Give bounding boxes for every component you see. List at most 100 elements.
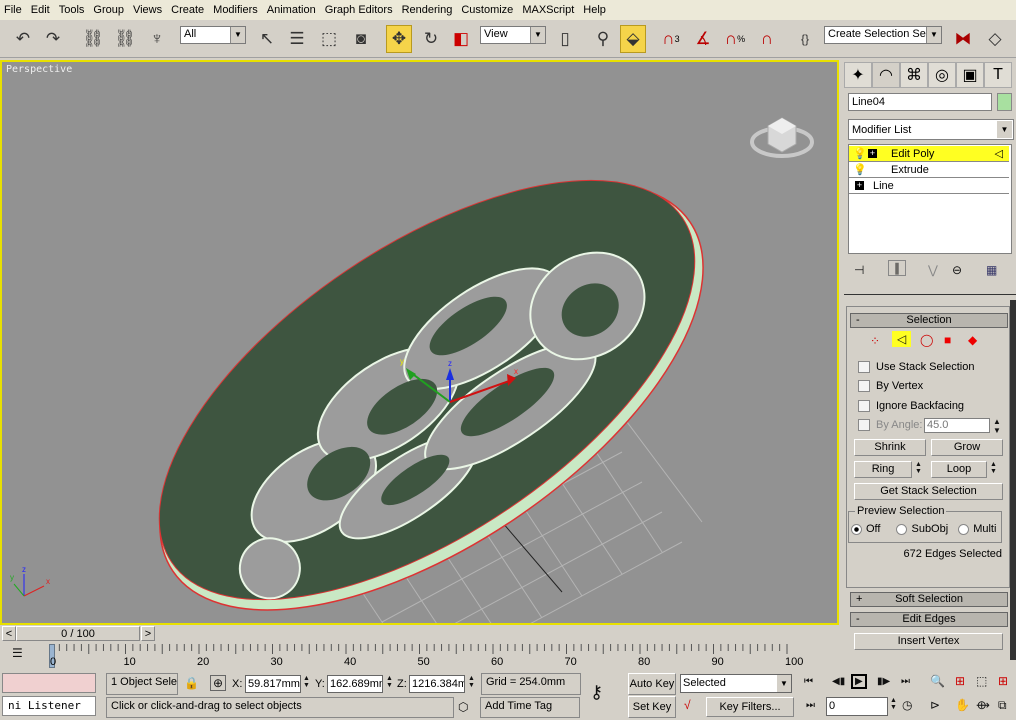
- loop-button[interactable]: Loop: [931, 461, 987, 478]
- snap-toggle-icon[interactable]: ∩ 3: [658, 25, 684, 53]
- play-icon[interactable]: ▶: [851, 674, 867, 689]
- ring-spinner[interactable]: ▲ ▼: [915, 461, 922, 475]
- key-icon[interactable]: ⚷: [590, 682, 603, 703]
- remove-modifier-icon[interactable]: ⊖: [952, 263, 962, 277]
- object-name-input[interactable]: Line04: [848, 93, 992, 111]
- make-unique-icon[interactable]: ⋁: [928, 263, 938, 277]
- field-of-view-icon[interactable]: ⊳: [930, 698, 940, 712]
- z-coordinate-input[interactable]: 1216.384mm: [409, 675, 465, 693]
- absolute-mode-icon[interactable]: ⊕: [210, 675, 227, 691]
- spinner-snap-icon[interactable]: ∩: [754, 25, 780, 53]
- angle-spinner[interactable]: ▲ ▼: [993, 417, 1001, 435]
- z-spinner[interactable]: ▲ ▼: [468, 675, 475, 689]
- preview-off-radio[interactable]: Off: [851, 523, 880, 535]
- named-selection-icon[interactable]: {}: [792, 25, 818, 53]
- menu-tools[interactable]: Tools: [59, 4, 85, 16]
- create-tab-icon[interactable]: ✦: [844, 62, 872, 88]
- pin-stack-icon[interactable]: ⊣: [854, 263, 864, 277]
- frame-spinner[interactable]: ▲ ▼: [890, 697, 897, 711]
- panel-scrollbar[interactable]: [1010, 300, 1016, 660]
- ignore-backfacing-checkbox[interactable]: Ignore Backfacing: [858, 400, 964, 412]
- loop-spinner[interactable]: ▲ ▼: [990, 461, 997, 475]
- stack-item-line[interactable]: + Line: [849, 178, 1009, 194]
- bind-space-warp-icon[interactable]: ♆: [144, 25, 170, 53]
- ring-button[interactable]: Ring: [854, 461, 912, 478]
- maximize-viewport-icon[interactable]: ⧉: [998, 698, 1007, 713]
- redo-icon[interactable]: ↷: [40, 25, 66, 53]
- zoom-all-icon[interactable]: ⊞: [955, 674, 965, 688]
- go-to-start-icon[interactable]: ⏮: [804, 676, 813, 687]
- motion-tab-icon[interactable]: ◎: [928, 62, 956, 88]
- rotate-icon[interactable]: ↻: [418, 25, 444, 53]
- x-spinner[interactable]: ▲ ▼: [303, 675, 310, 689]
- menu-group[interactable]: Group: [93, 4, 124, 16]
- window-crossing-icon[interactable]: ◙: [348, 25, 374, 53]
- x-coordinate-input[interactable]: 59.817mm: [245, 675, 301, 693]
- link-icon[interactable]: ⛓: [80, 25, 106, 53]
- key-mode-dropdown[interactable]: Selected ▼: [680, 674, 792, 693]
- prev-frame-button[interactable]: <: [2, 626, 16, 641]
- utilities-tab-icon[interactable]: T: [984, 62, 1012, 88]
- expand-icon[interactable]: +: [855, 181, 864, 190]
- menu-file[interactable]: File: [4, 4, 22, 16]
- selection-filter-dropdown[interactable]: All ▼: [180, 26, 246, 44]
- modify-tab-icon[interactable]: ◠: [872, 62, 900, 88]
- y-spinner[interactable]: ▲ ▼: [386, 675, 393, 689]
- next-frame-button[interactable]: >: [141, 626, 155, 641]
- lightbulb-icon[interactable]: 💡: [853, 146, 867, 162]
- use-stack-selection-checkbox[interactable]: Use Stack Selection: [858, 361, 974, 373]
- angle-snap-icon[interactable]: ∡: [690, 25, 716, 53]
- y-coordinate-input[interactable]: 162.689mm: [327, 675, 383, 693]
- polygon-mode-icon[interactable]: ■: [944, 333, 951, 347]
- hierarchy-tab-icon[interactable]: ⌘: [900, 62, 928, 88]
- mirror-icon[interactable]: ⧓: [950, 25, 976, 53]
- element-mode-icon[interactable]: ◆: [968, 333, 977, 347]
- select-object-icon[interactable]: ↖: [254, 25, 280, 53]
- expand-icon[interactable]: +: [868, 149, 877, 158]
- object-color-swatch[interactable]: [997, 93, 1012, 111]
- selection-rollout-header[interactable]: - Selection: [850, 313, 1008, 328]
- go-to-end-icon[interactable]: ⏭: [901, 676, 910, 687]
- maxscript-listener[interactable]: ni Listener: [2, 696, 96, 716]
- configure-modifier-sets-icon[interactable]: ▦: [986, 263, 997, 277]
- stack-item-edit-poly[interactable]: 💡 + Edit Poly ◁: [849, 146, 1009, 162]
- perspective-viewport[interactable]: Perspective z y x x y z: [0, 60, 839, 625]
- reference-coordinate-dropdown[interactable]: View ▼: [480, 26, 546, 44]
- menu-create[interactable]: Create: [171, 4, 204, 16]
- key-mode-toggle-icon[interactable]: ⏭: [806, 700, 815, 711]
- shrink-button[interactable]: Shrink: [854, 439, 926, 456]
- stack-item-extrude[interactable]: 💡 Extrude: [849, 162, 1009, 178]
- maxscript-input[interactable]: [2, 673, 96, 693]
- grow-button[interactable]: Grow: [931, 439, 1003, 456]
- menu-maxscript[interactable]: MAXScript: [522, 4, 574, 16]
- undo-icon[interactable]: ↶: [10, 25, 36, 53]
- previous-frame-icon[interactable]: ◀▮: [832, 676, 845, 687]
- pan-icon[interactable]: ✋: [955, 698, 970, 712]
- arc-rotate-icon[interactable]: ⟴: [976, 698, 990, 712]
- menu-help[interactable]: Help: [583, 4, 606, 16]
- get-stack-selection-button[interactable]: Get Stack Selection: [854, 483, 1003, 500]
- lightbulb-icon[interactable]: 💡: [853, 162, 867, 178]
- edit-edges-rollout-header[interactable]: - Edit Edges: [850, 612, 1008, 627]
- next-frame-icon[interactable]: ▮▶: [877, 676, 890, 687]
- display-tab-icon[interactable]: ▣: [956, 62, 984, 88]
- show-end-result-icon[interactable]: ∥: [888, 260, 906, 276]
- track-bar[interactable]: ☰ 0 10 20 30 40 50 60 70 80 90 100: [0, 642, 839, 670]
- preview-subobj-radio[interactable]: SubObj: [896, 523, 948, 535]
- selection-lock-cube-icon[interactable]: ⬡: [458, 700, 468, 714]
- align-icon[interactable]: ◇: [982, 25, 1008, 53]
- move-icon[interactable]: ✥: [386, 25, 412, 53]
- menu-modifiers[interactable]: Modifiers: [213, 4, 258, 16]
- scale-icon[interactable]: ◧: [448, 25, 474, 53]
- soft-selection-rollout-header[interactable]: + Soft Selection: [850, 592, 1008, 607]
- curve-editor-mini-icon[interactable]: ☰: [12, 646, 23, 660]
- menu-animation[interactable]: Animation: [267, 4, 316, 16]
- zoom-extents-icon[interactable]: ⬚: [976, 674, 987, 688]
- menu-customize[interactable]: Customize: [461, 4, 513, 16]
- lock-icon[interactable]: 🔒: [184, 676, 199, 690]
- time-configuration-icon[interactable]: ◷: [902, 698, 912, 712]
- default-tangent-icon[interactable]: √: [684, 698, 691, 712]
- manipulate-icon[interactable]: ⚲: [590, 25, 616, 53]
- time-slider[interactable]: 0 / 100: [16, 626, 140, 641]
- current-frame-input[interactable]: 0: [826, 697, 888, 716]
